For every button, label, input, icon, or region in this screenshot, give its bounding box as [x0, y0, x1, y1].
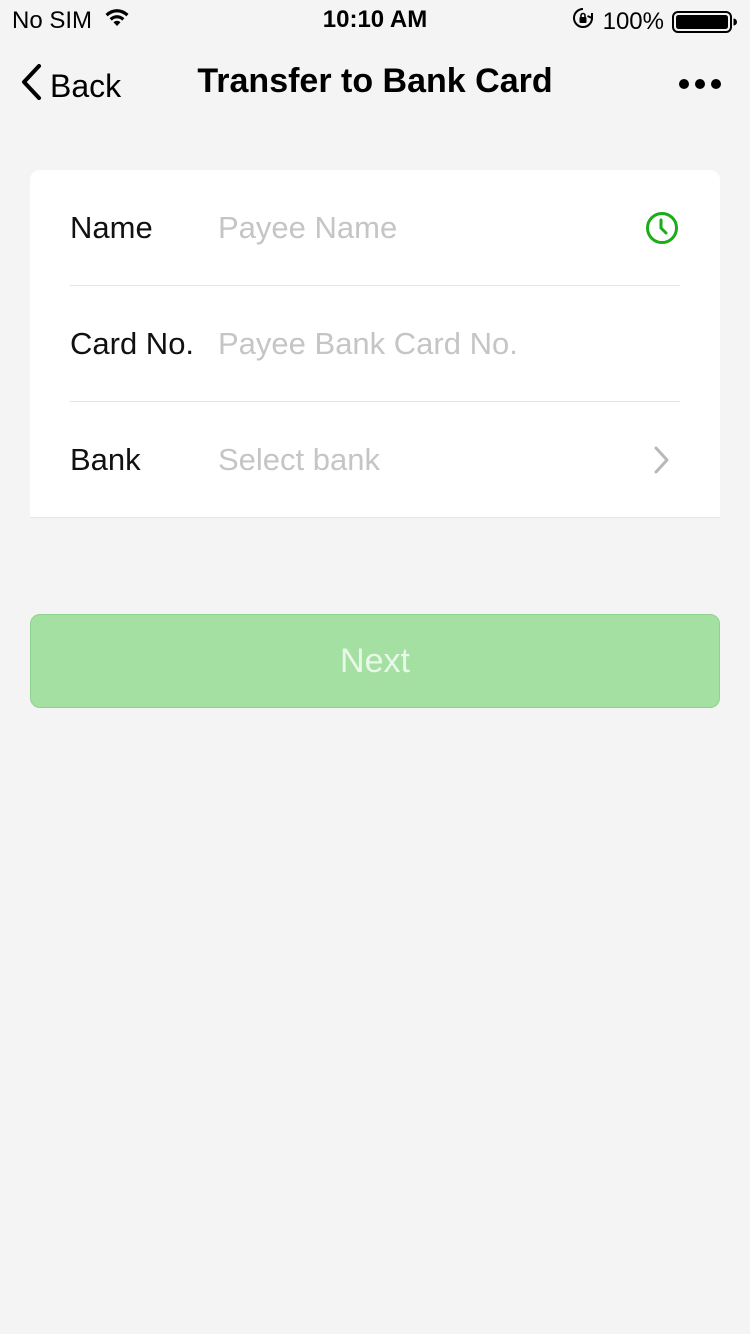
navigation-bar: Back Transfer to Bank Card — [0, 40, 750, 128]
more-options-button[interactable] — [678, 76, 722, 92]
orientation-lock-icon — [571, 6, 595, 37]
payee-name-input[interactable] — [218, 209, 644, 246]
battery-percent: 100% — [602, 7, 664, 35]
bank-label: Bank — [70, 441, 141, 477]
name-row: Name — [70, 170, 680, 286]
status-right: 100% — [571, 6, 738, 37]
bank-row[interactable]: Bank Select bank — [70, 402, 680, 517]
chevron-right-icon — [644, 442, 680, 478]
select-bank-field[interactable]: Select bank — [218, 442, 644, 478]
card-no-label: Card No. — [70, 325, 195, 361]
status-bar: No SIM 10:10 AM 100% — [0, 0, 750, 40]
next-button[interactable]: Next — [30, 614, 720, 708]
history-clock-icon[interactable] — [644, 210, 680, 246]
card-number-input[interactable] — [218, 325, 680, 362]
card-no-row: Card No. — [70, 286, 680, 402]
name-label: Name — [70, 209, 153, 245]
battery-icon — [672, 10, 738, 33]
more-icon — [678, 79, 722, 96]
page-title: Transfer to Bank Card — [197, 62, 553, 100]
transfer-form: Name Card No. Bank Select bank — [30, 170, 720, 518]
